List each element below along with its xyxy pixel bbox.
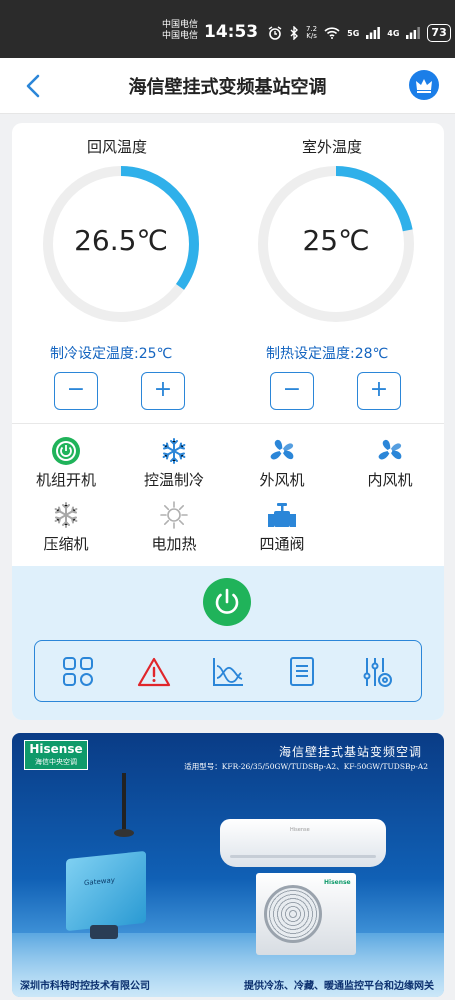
power-on-icon (52, 437, 80, 465)
cooling-setpoint-label: 制冷设定温度:25℃ (50, 346, 173, 362)
signal-bars-icon (406, 27, 421, 39)
ad-slogan: 提供冷冻、冷藏、暖通监控平台和边缘网关 (244, 981, 434, 992)
power-icon (215, 588, 239, 614)
sun-heat-icon (160, 501, 188, 529)
brand-subtitle: 海信中央空调 (35, 758, 77, 766)
status-electric-heating: 电加热 (124, 500, 224, 554)
snowflake-icon (162, 438, 186, 464)
status-indoor-fan: 内风机 (340, 436, 440, 490)
trend-chart-icon[interactable] (211, 656, 245, 688)
gateway-device-image: Gateway (66, 850, 146, 932)
status-label: 电加热 (151, 535, 197, 553)
app-header: 海信壁挂式变频基站空调 (0, 58, 455, 114)
status-label: 机组开机 (35, 471, 96, 489)
advertisement-banner[interactable]: Hisense 海信中央空调 海信壁挂式基站变频空调 适用型号：KFR-26/3… (12, 733, 444, 997)
page-title: 海信壁挂式变频基站空调 (128, 77, 327, 98)
outdoor-temp-title: 室外温度 (302, 138, 363, 156)
snowflake-icon (54, 502, 78, 528)
signal-5g-label: 5G (347, 28, 360, 38)
ad-title: 海信壁挂式基站变频空调 (278, 745, 422, 759)
bluetooth-icon (290, 26, 298, 40)
alarm-warning-icon[interactable] (137, 656, 171, 688)
gateway-label: Gateway (84, 876, 115, 888)
function-toolbar (34, 640, 422, 702)
outdoor-unit-logo: Hisense (324, 879, 351, 886)
return-air-temp-title: 回风温度 (87, 138, 148, 156)
gateway-port-image (90, 925, 118, 939)
signal-bars-icon (366, 27, 381, 39)
ad-models: 适用型号：KFR-26/35/50GW/TUDSBp-A2、KF-50GW/TU… (184, 762, 428, 771)
battery-indicator: 73 (427, 24, 451, 42)
outdoor-fan-grill (264, 885, 322, 943)
crown-icon (416, 79, 432, 93)
hisense-logo: Hisense 海信中央空调 (24, 740, 88, 770)
heating-increase-button[interactable]: + (357, 372, 401, 410)
net-speed-unit: K/s (306, 32, 317, 40)
cooling-increase-button[interactable]: + (141, 372, 185, 410)
control-area (12, 566, 444, 720)
signal-4g-label: 4G (387, 28, 400, 38)
crown-button[interactable] (409, 70, 439, 100)
indoor-unit-vent (230, 855, 376, 858)
ad-company: 深圳市科特时控技术有限公司 (20, 981, 150, 992)
system-status-bar: 中国电信 中国电信 14:53 7.2 K/s 5G 4G 73 (0, 0, 455, 58)
status-label: 四通阀 (259, 535, 305, 553)
status-cooling: 控温制冷 (124, 436, 224, 490)
alarm-clock-icon (268, 26, 282, 40)
outdoor-unit-image: Hisense (256, 873, 356, 955)
net-speed: 7.2 K/s (306, 26, 317, 40)
fan-icon (378, 439, 402, 460)
antenna-image (122, 773, 126, 835)
status-time: 14:53 (204, 22, 259, 42)
carrier-2: 中国电信 (162, 31, 199, 41)
status-label: 压缩机 (43, 535, 89, 553)
cooling-decrease-button[interactable]: − (54, 372, 98, 410)
status-unit-on: 机组开机 (16, 436, 116, 490)
status-label: 内风机 (367, 471, 413, 489)
return-air-temp-value: 26.5℃ (74, 224, 168, 257)
status-label: 控温制冷 (143, 471, 204, 489)
settings-sliders-icon[interactable] (361, 656, 395, 688)
status-icons: 7.2 K/s 5G 4G 73 (268, 24, 451, 42)
antenna-base-image (114, 829, 134, 837)
device-panel-card: 回风温度 26.5℃ 室外温度 25℃ 制冷设定温度:25℃ 制热设定温度:28… (12, 123, 444, 720)
power-button[interactable] (203, 578, 251, 626)
document-list-icon[interactable] (285, 656, 319, 688)
indoor-unit-logo: Hisense (290, 827, 310, 833)
carrier-names: 中国电信 中国电信 (162, 20, 198, 42)
wifi-icon (324, 27, 340, 39)
status-label: 外风机 (259, 471, 305, 489)
carrier-1: 中国电信 (162, 20, 199, 30)
heating-setpoint-label: 制热设定温度:28℃ (266, 346, 389, 362)
heating-decrease-button[interactable]: − (270, 372, 314, 410)
brand-name: Hisense (29, 742, 83, 756)
indoor-unit-image: Hisense (220, 819, 386, 867)
status-outdoor-fan: 外风机 (232, 436, 332, 490)
valve-icon (268, 503, 296, 527)
grid-apps-icon[interactable] (61, 656, 95, 688)
section-divider (12, 423, 444, 424)
status-compressor: 压缩机 (16, 500, 116, 554)
fan-icon (270, 439, 294, 460)
status-four-way-valve: 四通阀 (232, 500, 332, 554)
outdoor-temp-value: 25℃ (302, 224, 370, 257)
